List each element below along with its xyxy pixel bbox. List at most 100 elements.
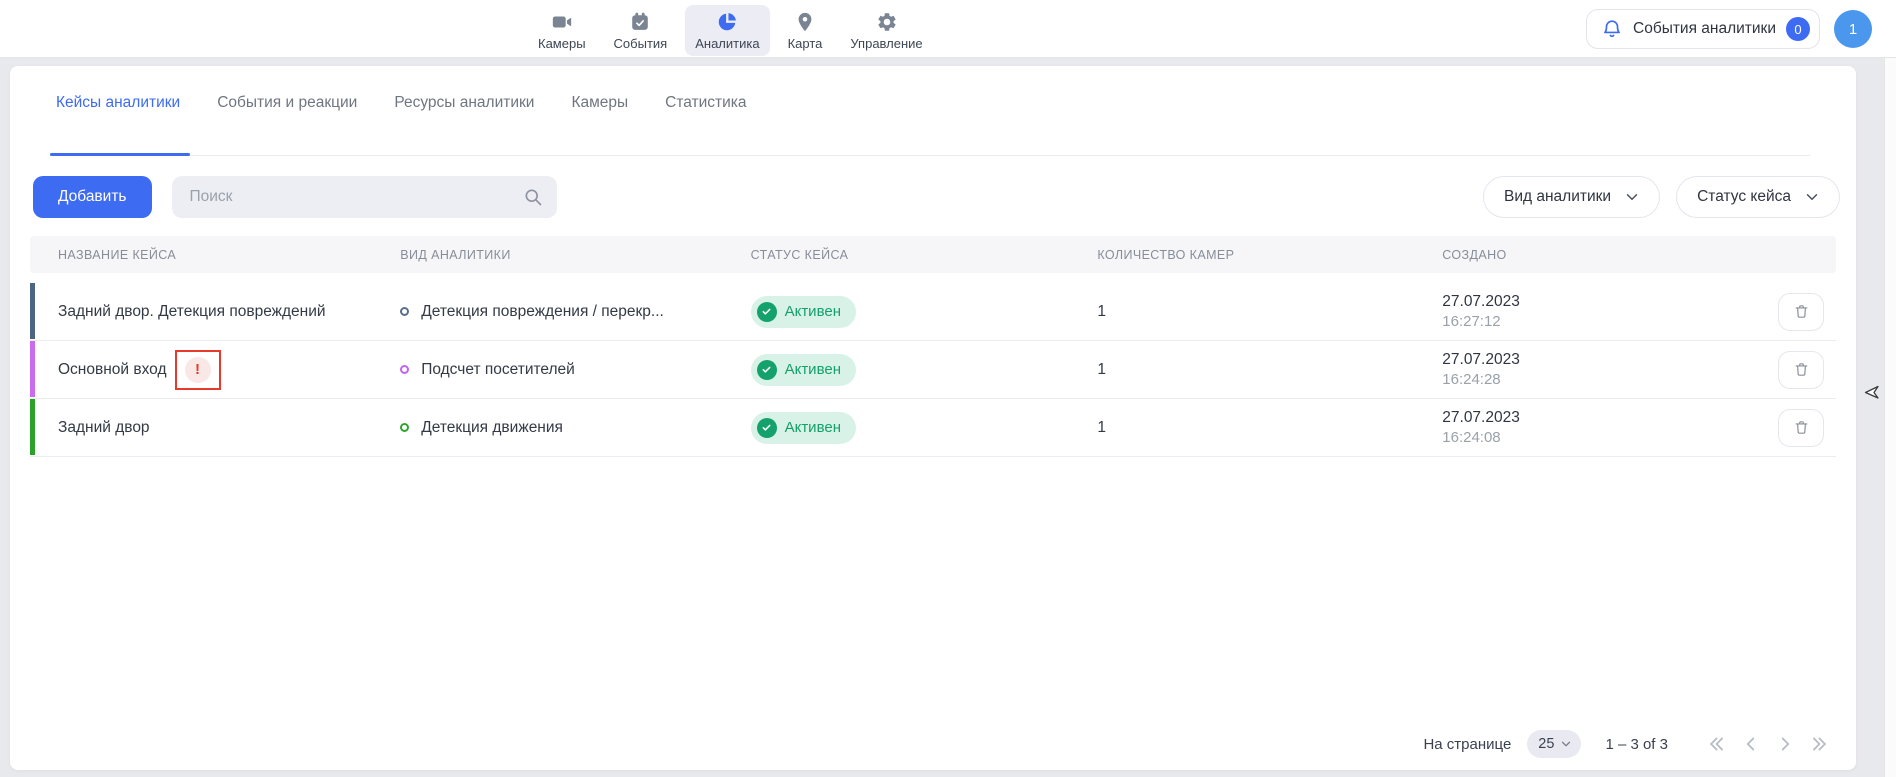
first-page-button[interactable] xyxy=(1706,732,1730,756)
calendar-check-icon xyxy=(629,11,651,33)
table-row[interactable]: Задний двор Детекция движения Активен 1 … xyxy=(30,399,1836,457)
per-page-value: 25 xyxy=(1538,736,1554,752)
prev-page-button[interactable] xyxy=(1740,732,1764,756)
table-row[interactable]: Основной вход ! Подсчет посетителей Акти… xyxy=(30,341,1836,399)
column-header-type: ВИД АНАЛИТИКИ xyxy=(400,248,750,262)
created-time: 16:24:28 xyxy=(1442,370,1778,390)
content-card: Кейсы аналитики События и реакции Ресурс… xyxy=(10,66,1856,770)
nav-label: Карта xyxy=(788,36,823,51)
created-time: 16:27:12 xyxy=(1442,312,1778,332)
nav-label: Аналитика xyxy=(695,36,759,51)
nav-item-analytics[interactable]: Аналитика xyxy=(685,5,769,56)
column-header-cameras: КОЛИЧЕСТВО КАМЕР xyxy=(1097,248,1442,262)
created-date: 27.07.2023 xyxy=(1442,408,1778,428)
double-chevron-left-icon xyxy=(1706,733,1730,755)
status-badge: Активен xyxy=(751,354,856,386)
tab-analytics-cases[interactable]: Кейсы аналитики xyxy=(56,94,180,155)
analytics-type-icon xyxy=(400,365,409,374)
nav-label: Управление xyxy=(850,36,922,51)
table-row[interactable]: Задний двор. Детекция повреждений Детекц… xyxy=(30,283,1836,341)
nav-label: События xyxy=(614,36,668,51)
tab-statistics[interactable]: Статистика xyxy=(665,94,746,155)
check-icon xyxy=(757,418,777,438)
delete-case-button[interactable] xyxy=(1778,351,1824,389)
analytics-events-label: События аналитики xyxy=(1633,20,1776,38)
toolbar: Добавить Вид аналитики Статус кейса xyxy=(33,176,1840,218)
warning-icon: ! xyxy=(185,357,211,383)
status-badge: Активен xyxy=(751,296,856,328)
events-count-badge: 0 xyxy=(1786,17,1810,41)
row-accent-bar xyxy=(30,283,35,339)
check-icon xyxy=(757,302,777,322)
check-icon xyxy=(757,360,777,380)
status-label: Активен xyxy=(785,419,841,436)
status-label: Активен xyxy=(785,303,841,320)
case-status-filter-label: Статус кейса xyxy=(1697,188,1791,206)
column-header-created: СОЗДАНО xyxy=(1442,248,1778,262)
analytics-type-label: Детекция движения xyxy=(421,419,563,437)
analytics-type-label: Подсчет посетителей xyxy=(421,361,575,379)
table-header-row: НАЗВАНИЕ КЕЙСА ВИД АНАЛИТИКИ СТАТУС КЕЙС… xyxy=(30,236,1836,273)
scrollbar[interactable] xyxy=(1884,58,1896,777)
camera-icon xyxy=(551,11,573,33)
per-page-label: На странице xyxy=(1423,736,1511,753)
bell-icon xyxy=(1601,18,1623,40)
user-avatar[interactable]: 1 xyxy=(1834,10,1872,48)
search-input[interactable] xyxy=(190,188,523,206)
pie-chart-icon xyxy=(716,11,738,33)
status-label: Активен xyxy=(785,361,841,378)
case-name: Основной вход xyxy=(58,361,167,379)
analytics-type-icon xyxy=(400,307,409,316)
trash-icon xyxy=(1793,303,1810,320)
case-name: Задний двор. Детекция повреждений xyxy=(58,303,326,321)
row-accent-bar xyxy=(30,399,35,455)
chevron-down-icon xyxy=(1559,737,1573,751)
created-date: 27.07.2023 xyxy=(1442,350,1778,370)
double-chevron-right-icon xyxy=(1808,733,1832,755)
tab-analytics-resources[interactable]: Ресурсы аналитики xyxy=(394,94,534,155)
top-bar: Камеры События Аналитика Карта Управлени… xyxy=(0,0,1896,58)
cameras-count: 1 xyxy=(1097,419,1106,437)
case-name: Задний двор xyxy=(58,419,150,437)
column-header-name: НАЗВАНИЕ КЕЙСА xyxy=(30,248,400,262)
delete-case-button[interactable] xyxy=(1778,409,1824,447)
map-pin-icon xyxy=(794,11,816,33)
created-date: 27.07.2023 xyxy=(1442,292,1778,312)
chevron-left-icon xyxy=(1740,733,1764,755)
cameras-count: 1 xyxy=(1097,361,1106,379)
trash-icon xyxy=(1793,361,1810,378)
last-page-button[interactable] xyxy=(1808,732,1832,756)
analytics-events-button[interactable]: События аналитики 0 xyxy=(1586,9,1820,49)
nav-item-events[interactable]: События xyxy=(604,5,678,56)
pager-controls xyxy=(1706,732,1832,756)
mouse-cursor-icon xyxy=(1862,382,1882,402)
gear-icon xyxy=(876,11,898,33)
nav-item-map[interactable]: Карта xyxy=(778,5,833,56)
analytics-type-label: Детекция повреждения / перекр... xyxy=(421,303,664,321)
nav-item-cameras[interactable]: Камеры xyxy=(528,5,596,56)
analytics-tabs: Кейсы аналитики События и реакции Ресурс… xyxy=(56,94,1810,156)
cases-table: НАЗВАНИЕ КЕЙСА ВИД АНАЛИТИКИ СТАТУС КЕЙС… xyxy=(30,236,1836,457)
delete-case-button[interactable] xyxy=(1778,293,1824,331)
status-badge: Активен xyxy=(751,412,856,444)
add-case-button[interactable]: Добавить xyxy=(33,176,152,218)
table-body: Задний двор. Детекция повреждений Детекц… xyxy=(30,283,1836,457)
cameras-count: 1 xyxy=(1097,303,1106,321)
tab-cameras[interactable]: Камеры xyxy=(571,94,628,155)
created-time: 16:24:08 xyxy=(1442,428,1778,448)
pagination-bar: На странице 25 1 – 3 of 3 xyxy=(1423,730,1832,758)
case-status-filter[interactable]: Статус кейса xyxy=(1676,176,1840,218)
chevron-down-icon xyxy=(1623,188,1641,206)
search-field[interactable] xyxy=(172,176,557,218)
tab-events-reactions[interactable]: События и реакции xyxy=(217,94,357,155)
warning-annotation-box: ! xyxy=(175,350,221,390)
nav-label: Камеры xyxy=(538,36,586,51)
column-header-status: СТАТУС КЕЙСА xyxy=(751,248,1098,262)
chevron-down-icon xyxy=(1803,188,1821,206)
top-bar-right: События аналитики 0 1 xyxy=(1586,9,1872,49)
per-page-select[interactable]: 25 xyxy=(1527,730,1581,758)
nav-item-management[interactable]: Управление xyxy=(840,5,932,56)
next-page-button[interactable] xyxy=(1774,732,1798,756)
analytics-type-filter[interactable]: Вид аналитики xyxy=(1483,176,1660,218)
pagination-range: 1 – 3 of 3 xyxy=(1605,736,1668,753)
